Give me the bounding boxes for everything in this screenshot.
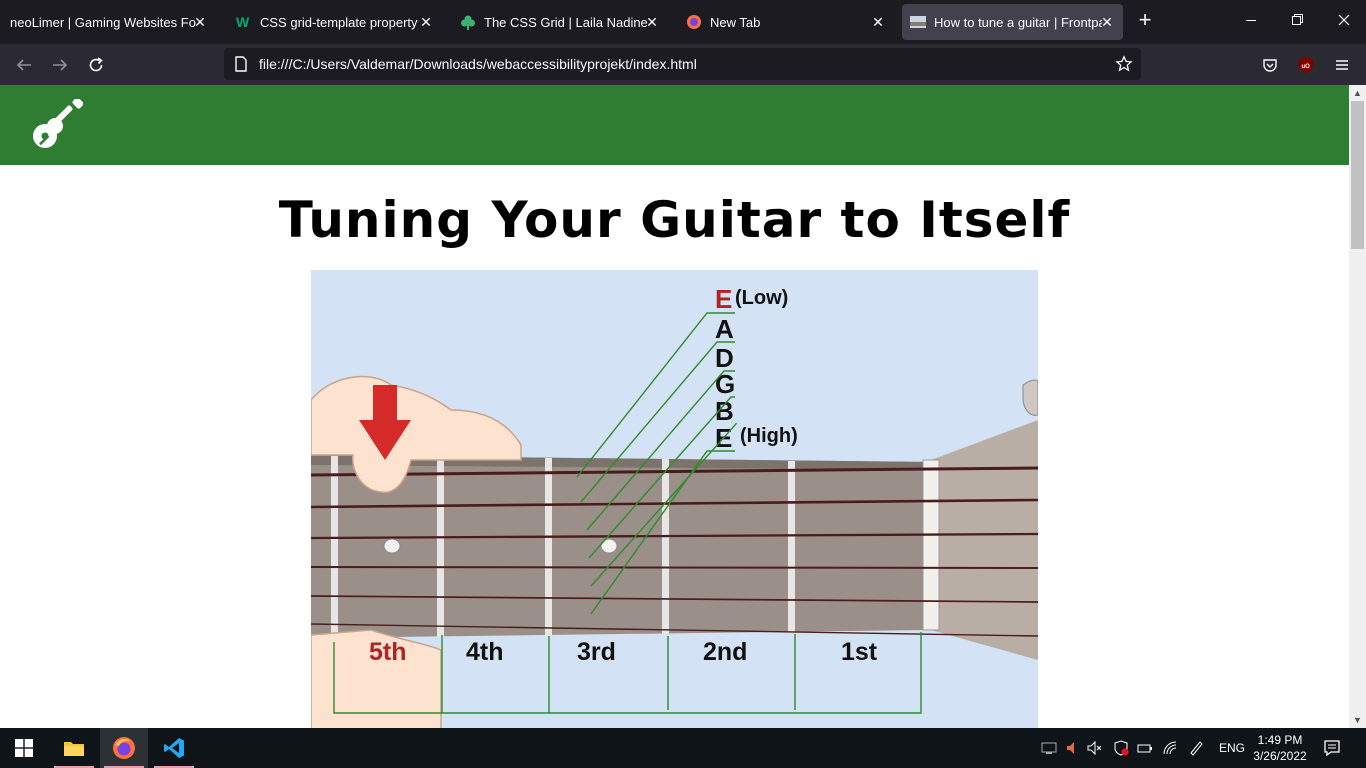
- fretboard-diagram: E (Low) A D G B E (High) 5th 4th 3rd 2nd…: [311, 284, 1038, 728]
- battery-icon[interactable]: [1137, 740, 1153, 756]
- tab-how-to-tune-guitar[interactable]: How to tune a guitar | Frontpage ✕: [902, 4, 1123, 40]
- restore-button[interactable]: [1287, 10, 1307, 30]
- page-viewport: Tuning Your Guitar to Itself E (Low) A D…: [0, 85, 1349, 728]
- navigation-toolbar: file:///C:/Users/Valdemar/Downloads/weba…: [0, 44, 1366, 85]
- nut: [922, 459, 940, 631]
- scroll-thumb[interactable]: [1351, 101, 1364, 249]
- tab-close-icon[interactable]: ✕: [644, 14, 660, 30]
- tuning-peg: [1022, 379, 1038, 416]
- language-indicator[interactable]: ENG: [1219, 741, 1245, 755]
- string-label-suffix: (Low): [735, 287, 788, 309]
- fret-label: 5th: [369, 638, 407, 666]
- fret-inlay: [383, 538, 401, 554]
- hamburger-menu-icon[interactable]: [1330, 53, 1354, 77]
- file-explorer-icon[interactable]: [50, 728, 98, 768]
- page-icon: [234, 56, 248, 77]
- ublock-origin-icon[interactable]: uO: [1294, 53, 1318, 77]
- string-label-note: A: [715, 314, 734, 344]
- firefox-favicon-icon: [686, 14, 702, 30]
- pocket-icon[interactable]: [1258, 53, 1282, 77]
- fret-label: 3rd: [577, 638, 616, 666]
- tab-close-icon[interactable]: ✕: [192, 14, 208, 30]
- tab-new-tab[interactable]: New Tab ✕: [678, 4, 894, 40]
- notifications-icon[interactable]: [1323, 739, 1341, 762]
- windows-taskbar: ENG 1:49 PM 3/26/2022: [0, 728, 1366, 768]
- reload-button[interactable]: [84, 53, 108, 77]
- guitar-icon[interactable]: [29, 97, 84, 153]
- page-scrollbar[interactable]: ▲ ▼: [1349, 85, 1366, 728]
- w3schools-favicon-icon: W: [236, 14, 252, 30]
- new-tab-button[interactable]: +: [1134, 9, 1156, 32]
- volume-muted-icon[interactable]: [1087, 740, 1103, 756]
- headstock: [931, 420, 1038, 660]
- fret-label: 1st: [841, 638, 878, 666]
- page-title: Tuning Your Guitar to Itself: [278, 191, 1071, 249]
- close-window-button[interactable]: [1334, 10, 1354, 30]
- fret-labels: 5th 4th 3rd 2nd 1st: [369, 638, 878, 666]
- svg-text:uO: uO: [1302, 64, 1311, 70]
- back-button[interactable]: [12, 53, 36, 77]
- tab-css-grid-laila[interactable]: The CSS Grid | Laila Nadine ✕: [452, 4, 668, 40]
- firefox-icon[interactable]: [100, 728, 148, 768]
- address-bar[interactable]: file:///C:/Users/Valdemar/Downloads/weba…: [224, 48, 1141, 80]
- fret-label: 4th: [466, 638, 504, 666]
- svg-text:W: W: [236, 14, 250, 30]
- tab-title: CSS grid-template property: [260, 14, 418, 30]
- tab-strip: neoLimer | Gaming Websites For Your ✕ W …: [0, 0, 1366, 44]
- guitar-tuning-illustration: E (Low) A D G B E (High) 5th 4th 3rd 2nd…: [311, 270, 1038, 728]
- forward-button[interactable]: [48, 53, 72, 77]
- tab-close-icon[interactable]: ✕: [418, 14, 434, 30]
- security-alert-icon[interactable]: [1113, 740, 1129, 756]
- clock[interactable]: 1:49 PM 3/26/2022: [1252, 732, 1308, 764]
- string-label-note: G: [715, 369, 735, 399]
- start-icon[interactable]: [0, 728, 48, 768]
- site-header: [0, 85, 1349, 165]
- clock-time: 1:49 PM: [1257, 733, 1303, 747]
- wifi-icon[interactable]: [1162, 740, 1178, 756]
- pen-workspace-icon[interactable]: [1188, 740, 1204, 756]
- tab-close-icon[interactable]: ✕: [870, 14, 886, 30]
- network-drive-icon[interactable]: [1041, 740, 1057, 756]
- vscode-icon[interactable]: [150, 728, 198, 768]
- tab-title: The CSS Grid | Laila Nadine: [484, 14, 648, 30]
- fret-label: 2nd: [703, 638, 747, 666]
- tab-title: How to tune a guitar | Frontpage: [934, 14, 1102, 30]
- url-text[interactable]: file:///C:/Users/Valdemar/Downloads/weba…: [259, 56, 697, 72]
- string-label-note: E: [715, 284, 732, 314]
- string-labels: E (Low) A D G B E (High): [715, 284, 798, 453]
- tab-title: neoLimer | Gaming Websites For Your: [10, 14, 196, 30]
- speaker-alert-icon[interactable]: [1064, 740, 1080, 756]
- tab-css-grid-template[interactable]: W CSS grid-template property ✕: [226, 4, 442, 40]
- string-label-suffix: (High): [740, 425, 798, 447]
- scroll-up-arrow-icon[interactable]: ▲: [1349, 85, 1366, 101]
- fretboard: [311, 455, 931, 638]
- clock-date: 3/26/2022: [1253, 749, 1307, 763]
- clover-favicon-icon: [460, 14, 476, 30]
- tab-title: New Tab: [710, 14, 761, 30]
- page-thumbnail-favicon-icon: [910, 14, 926, 30]
- scroll-down-arrow-icon[interactable]: ▼: [1349, 712, 1366, 728]
- bookmark-star-icon[interactable]: [1115, 55, 1133, 78]
- minimize-button[interactable]: [1241, 10, 1261, 30]
- tab-neolimer[interactable]: neoLimer | Gaming Websites For Your ✕: [0, 4, 216, 40]
- tab-close-icon[interactable]: ✕: [1099, 14, 1115, 30]
